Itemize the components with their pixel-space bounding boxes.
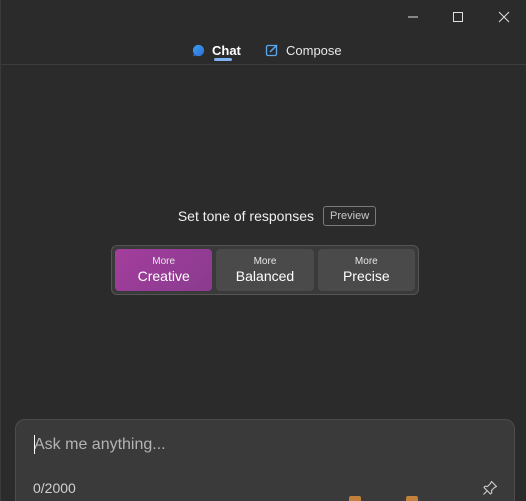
pin-button[interactable] bbox=[480, 478, 500, 498]
decorative-mark bbox=[349, 496, 361, 501]
chat-input-box: 0/2000 bbox=[15, 419, 515, 501]
minimize-icon bbox=[408, 16, 418, 18]
tone-creative-prefix: More bbox=[152, 255, 176, 267]
maximize-icon bbox=[453, 12, 463, 22]
tone-precise-label: Precise bbox=[342, 267, 390, 284]
ask-input[interactable] bbox=[34, 434, 494, 456]
minimize-button[interactable] bbox=[390, 0, 436, 34]
tone-selector: More Creative More Balanced More Precise bbox=[111, 245, 419, 295]
tone-title: Set tone of responses bbox=[177, 208, 315, 224]
tone-precise-prefix: More bbox=[354, 255, 378, 267]
tab-compose-label: Compose bbox=[286, 42, 342, 58]
tab-compose[interactable]: Compose bbox=[265, 40, 342, 60]
char-counter: 0/2000 bbox=[33, 480, 76, 496]
tab-bar: Chat Compose bbox=[1, 34, 526, 65]
preview-badge: Preview bbox=[323, 206, 377, 226]
app-window: Chat Compose Set tone of responses Previ… bbox=[0, 0, 526, 501]
tone-balanced-label: Balanced bbox=[235, 267, 295, 284]
tab-chat-label: Chat bbox=[212, 42, 241, 58]
text-caret bbox=[34, 435, 35, 454]
close-icon bbox=[498, 11, 510, 23]
maximize-button[interactable] bbox=[435, 0, 481, 34]
compose-icon bbox=[265, 44, 278, 57]
tone-header: Set tone of responses Preview bbox=[1, 206, 526, 226]
tone-precise-button[interactable]: More Precise bbox=[317, 249, 415, 291]
title-bar bbox=[1, 0, 526, 34]
tone-creative-button[interactable]: More Creative bbox=[115, 249, 213, 291]
tone-balanced-prefix: More bbox=[253, 255, 277, 267]
pin-icon bbox=[483, 480, 498, 495]
decorative-mark bbox=[406, 496, 418, 501]
tone-balanced-button[interactable]: More Balanced bbox=[216, 249, 314, 291]
tone-creative-label: Creative bbox=[137, 267, 190, 284]
tab-chat[interactable]: Chat bbox=[192, 40, 241, 60]
close-button[interactable] bbox=[481, 0, 526, 34]
chat-bubble-icon bbox=[192, 44, 205, 57]
active-tab-indicator bbox=[214, 58, 232, 61]
